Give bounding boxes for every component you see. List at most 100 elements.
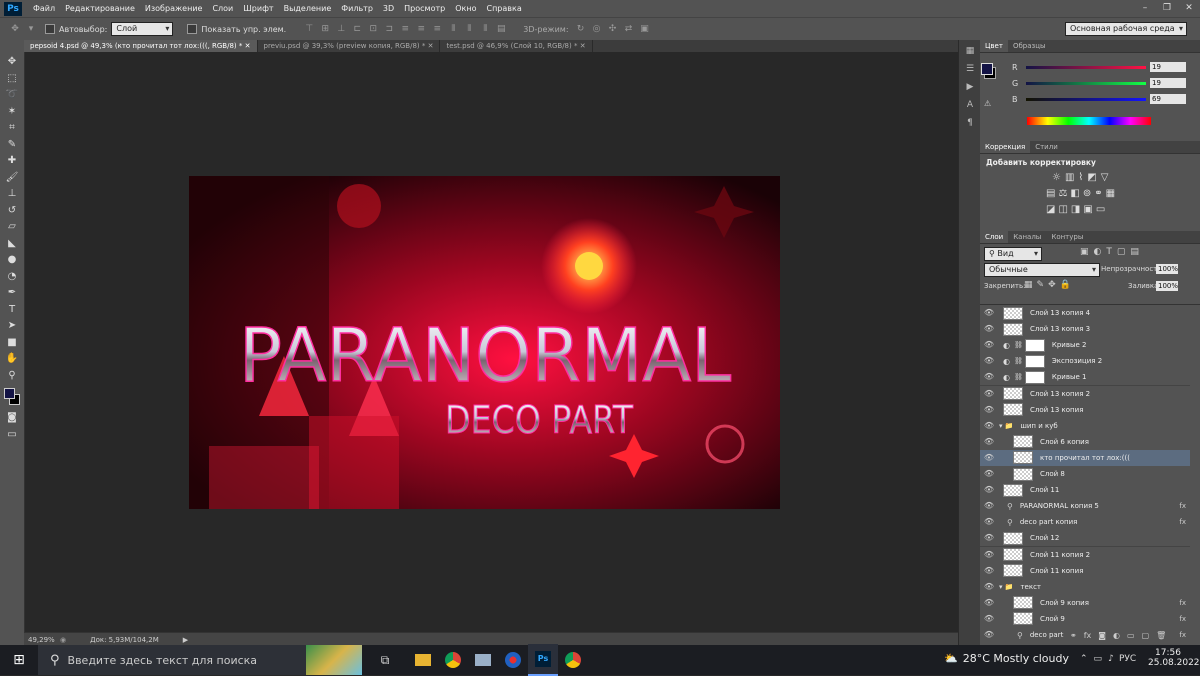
healing-brush-tool-icon[interactable]: ✚ <box>0 153 24 170</box>
visibility-eye-icon[interactable]: 👁 <box>983 581 995 593</box>
distribute-5-icon[interactable]: ⦀ <box>464 24 474 34</box>
move-tool-icon[interactable]: ✥ <box>0 54 24 71</box>
visibility-eye-icon[interactable]: 👁 <box>983 597 995 609</box>
gradient-map-adjust-icon[interactable]: ▽ <box>1101 172 1109 183</box>
lock-transparency-icon[interactable]: ▦ <box>1024 280 1033 290</box>
visibility-eye-icon[interactable]: 👁 <box>983 323 995 335</box>
close-icon[interactable]: ✕ <box>1178 0 1200 17</box>
autoselect-dropdown[interactable]: Слой <box>111 22 174 36</box>
screen-mode-icon[interactable]: ▭ <box>0 427 24 444</box>
tab-doc-1[interactable]: pepsoid 4.psd @ 49,3% (кто прочитал тот … <box>24 40 258 52</box>
visibility-eye-icon[interactable]: 👁 <box>983 613 995 625</box>
hue-saturation-adjust-icon[interactable]: ▤ <box>1046 188 1055 199</box>
show-controls-checkbox[interactable] <box>187 24 198 34</box>
tool-preset-chevron-icon[interactable]: ▾ <box>26 24 36 34</box>
visibility-eye-icon[interactable]: 👁 <box>983 516 995 528</box>
invert-adjust-icon[interactable]: ◪ <box>1046 204 1055 215</box>
status-info-icon[interactable]: ◉ <box>60 636 66 644</box>
task-view-icon[interactable]: ⧉ <box>370 645 400 675</box>
3d-slide-icon[interactable]: ⇄ <box>624 24 634 34</box>
green-slider[interactable] <box>1026 81 1146 85</box>
new-adjustment-icon[interactable]: ◐ <box>1113 631 1120 640</box>
menu-item-1[interactable]: Редактирование <box>60 0 140 17</box>
document-canvas[interactable]: PARANORMAL DECO PART <box>189 176 780 509</box>
layer-fx-icon[interactable]: fx <box>1179 615 1186 623</box>
new-layer-icon[interactable]: ▢ <box>1142 631 1150 640</box>
green-value[interactable]: 19 <box>1150 78 1186 88</box>
blur-tool-icon[interactable]: ● <box>0 252 24 269</box>
network-icon[interactable]: ▭ <box>1094 654 1103 664</box>
color-lookup-adjust-icon[interactable]: ▦ <box>1106 188 1115 199</box>
pen-tool-icon[interactable]: ✒ <box>0 285 24 302</box>
filter-shape-icon[interactable]: ▢ <box>1117 247 1126 257</box>
workspace-dropdown[interactable]: Основная рабочая среда <box>1065 22 1187 36</box>
tab-paths[interactable]: Контуры <box>1046 231 1088 243</box>
visibility-eye-icon[interactable]: 👁 <box>983 339 995 351</box>
layer-row[interactable]: 👁 Слой 11 копия 2 <box>980 546 1190 564</box>
eyedropper-tool-icon[interactable]: ✎ <box>0 137 24 154</box>
3d-scale-icon[interactable]: ▣ <box>640 24 650 34</box>
clone-stamp-tool-icon[interactable]: ⊥ <box>0 186 24 203</box>
minimize-icon[interactable]: – <box>1134 0 1156 17</box>
layer-row[interactable]: 👁 Слой 13 копия <box>980 401 1190 419</box>
visibility-eye-icon[interactable]: 👁 <box>983 388 995 400</box>
distribute-3-icon[interactable]: ≡ <box>432 24 442 34</box>
filter-type-icon[interactable]: T <box>1106 247 1112 257</box>
visibility-eye-icon[interactable]: 👁 <box>983 355 995 367</box>
photo-filter-adjust-icon[interactable]: ⊚ <box>1083 188 1091 199</box>
status-menu-arrow-icon[interactable]: ▶ <box>183 636 188 644</box>
black-white-adjust-icon[interactable]: ◧ <box>1070 188 1079 199</box>
selective-color-adjust-icon[interactable]: ▣ <box>1083 204 1092 215</box>
menu-item-9[interactable]: Окно <box>450 0 481 17</box>
layer-row[interactable]: 👁 Слой 6 копия <box>980 433 1190 451</box>
menu-item-6[interactable]: Фильтр <box>336 0 378 17</box>
menu-item-3[interactable]: Слои <box>207 0 238 17</box>
move-tool-icon[interactable]: ✥ <box>10 24 20 34</box>
properties-panel-icon[interactable]: ☰ <box>963 64 977 76</box>
channel-mixer-adjust-icon[interactable]: ⚭ <box>1094 188 1102 199</box>
paragraph-panel-icon[interactable]: ¶ <box>963 118 977 130</box>
tab-doc-2[interactable]: previu.psd @ 39,3% (preview копия, RGB/8… <box>257 40 441 52</box>
blend-mode-dropdown[interactable]: Обычные <box>984 263 1100 277</box>
restore-icon[interactable]: ❐ <box>1156 0 1178 17</box>
lasso-tool-icon[interactable]: ➰ <box>0 87 24 104</box>
auto-align-icon[interactable]: ▤ <box>496 24 506 34</box>
menu-item-2[interactable]: Изображение <box>140 0 208 17</box>
visibility-eye-icon[interactable]: 👁 <box>983 549 995 561</box>
posterize-adjust-icon[interactable]: ◫ <box>1058 204 1067 215</box>
zoom-tool-icon[interactable]: ⚲ <box>0 368 24 385</box>
tab-channels[interactable]: Каналы <box>1008 231 1046 243</box>
menu-item-8[interactable]: Просмотр <box>399 0 450 17</box>
brightness-adjust-icon[interactable]: ☼ <box>1052 172 1061 183</box>
clock[interactable]: 17:56 25.08.2022 <box>1148 648 1200 668</box>
3d-rotate-icon[interactable]: ↻ <box>576 24 586 34</box>
layer-fx-icon[interactable]: fx <box>1179 599 1186 607</box>
photoshop-taskbar-icon[interactable]: Ps <box>528 644 558 676</box>
align-vcenter-icon[interactable]: ⊞ <box>320 24 330 34</box>
tab-color[interactable]: Цвет <box>980 40 1008 52</box>
marquee-tool-icon[interactable]: ⬚ <box>0 71 24 88</box>
lock-position-icon[interactable]: ✥ <box>1048 280 1056 290</box>
new-group-icon[interactable]: ▭ <box>1127 631 1135 640</box>
hand-tool-icon[interactable]: ✋ <box>0 351 24 368</box>
filter-pixel-icon[interactable]: ▣ <box>1080 247 1089 257</box>
chrome-2-icon[interactable] <box>558 645 588 675</box>
3d-pan-icon[interactable]: ✣ <box>608 24 618 34</box>
taskbar-search[interactable]: ⚲ Введите здесь текст для поиска <box>38 645 306 675</box>
menu-item-7[interactable]: 3D <box>378 0 399 17</box>
shape-tool-icon[interactable]: ■ <box>0 335 24 352</box>
visibility-eye-icon[interactable]: 👁 <box>983 532 995 544</box>
history-brush-tool-icon[interactable]: ↺ <box>0 203 24 220</box>
visibility-eye-icon[interactable]: 👁 <box>983 371 995 383</box>
layers-list[interactable]: 👁 Слой 13 копия 4 👁 Слой 13 копия 3 👁 ◐ ⛓ Кривы… <box>980 304 1200 657</box>
3d-roll-icon[interactable]: ◎ <box>592 24 602 34</box>
layer-row[interactable]: 👁 ⚲ deco part копия fx <box>980 514 1190 532</box>
align-top-icon[interactable]: ⊤ <box>304 24 314 34</box>
actions-panel-icon[interactable]: ▶ <box>963 82 977 94</box>
distribute-4-icon[interactable]: ⦀ <box>448 24 458 34</box>
character-panel-icon[interactable]: A <box>963 100 977 112</box>
windows-start-icon[interactable]: ⊞ <box>0 645 38 675</box>
levels-adjust-icon[interactable]: ▥ <box>1065 172 1074 183</box>
blue-value[interactable]: 69 <box>1150 94 1186 104</box>
distribute-1-icon[interactable]: ≡ <box>400 24 410 34</box>
